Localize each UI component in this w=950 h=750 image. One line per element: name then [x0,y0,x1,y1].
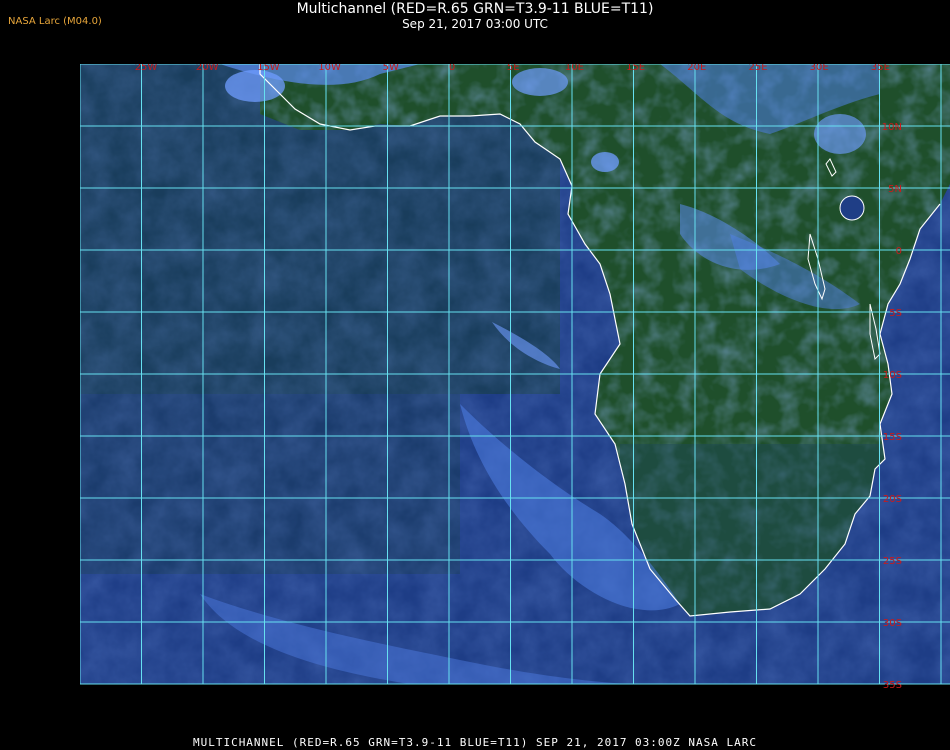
image-title: Multichannel (RED=R.65 GRN=T3.9-11 BLUE=… [296,1,654,17]
longitude-label: 5E [507,64,520,73]
longitude-label: 0 [449,64,455,73]
longitude-label: 20W [196,64,219,73]
longitude-label: 35E [871,64,890,73]
latitude-label: 35S [883,680,902,691]
longitude-label: 25W [135,64,158,73]
longitude-label: 25E [748,64,767,73]
latitude-label: 0 [896,246,902,257]
longitude-label: 15E [626,64,645,73]
longitude-label: 5W [383,64,399,73]
image-timestamp: Sep 21, 2017 03:00 UTC [402,17,548,31]
latitude-label: 10N [882,122,902,133]
latitude-label: 20S [883,494,902,505]
latitude-label: 5S [889,308,902,319]
satellite-map: 25W 20W 15W 10W 5W 0 5E 10E 15E 20E 25E 30E 35E 10N 5… [80,64,950,726]
longitude-label: 30E [810,64,829,73]
longitude-label: 20E [687,64,706,73]
latitude-label: 5N [888,184,902,195]
longitude-label: 10W [318,64,341,73]
longitude-label: 15W [257,64,280,73]
bottom-caption: MULTICHANNEL (RED=R.65 GRN=T3.9-11 BLUE=… [192,736,758,749]
lake-victoria [839,195,865,221]
latitude-label: 30S [883,618,902,629]
longitude-label: 10E [565,64,584,73]
latitude-label: 10S [883,370,902,381]
latitude-label: 25S [883,556,902,567]
latitude-label: 15S [883,432,902,443]
satellite-map-svg: 25W 20W 15W 10W 5W 0 5E 10E 15E 20E 25E 30E 35E 10N 5… [80,64,950,726]
